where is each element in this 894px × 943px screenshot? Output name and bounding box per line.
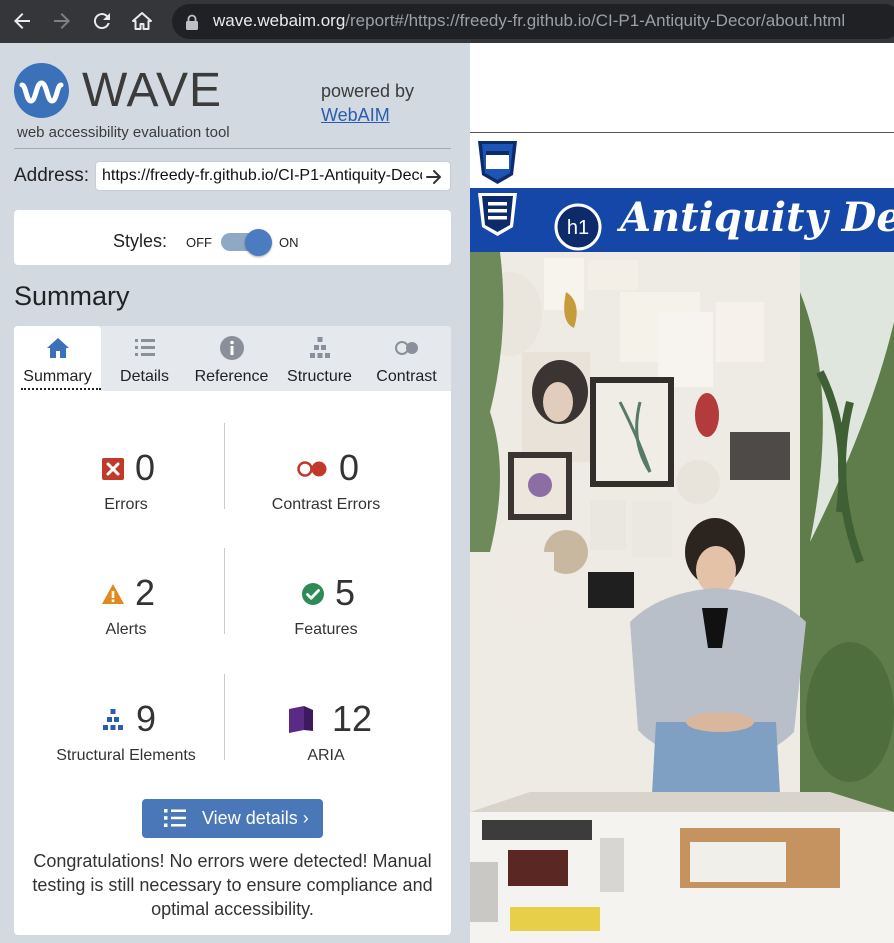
tab-summary[interactable]: Summary <box>14 326 101 391</box>
list-icon <box>164 809 186 827</box>
alerts-stat[interactable]: 2 Alerts <box>26 573 226 639</box>
contrast-icon <box>394 341 418 355</box>
view-details-label: View details › <box>202 808 309 828</box>
wave-navigation-icon[interactable] <box>474 191 521 238</box>
url-host: wave.webaim.org <box>213 11 346 30</box>
browser-toolbar: wave.webaim.org/report#/https://freedy-f… <box>0 0 894 43</box>
arrow-left-icon <box>14 13 30 29</box>
tab-label: Structure <box>287 368 352 385</box>
aria-cube-icon <box>289 706 313 733</box>
active-tab-indicator <box>21 388 101 390</box>
error-icon <box>102 458 124 480</box>
h1-badge-text: h1 <box>567 217 589 239</box>
address-label: Address: <box>14 165 89 186</box>
styles-label: Styles: <box>113 231 168 251</box>
features-label: Features <box>294 621 358 638</box>
tab-reference[interactable]: Reference <box>188 326 275 391</box>
list-icon <box>134 339 155 356</box>
hero-image <box>470 252 894 943</box>
lock-icon <box>186 14 198 30</box>
summary-heading: Summary <box>14 281 130 311</box>
tab-structure[interactable]: Structure <box>276 326 363 391</box>
styles-off-label: OFF <box>186 235 212 250</box>
aria-stat[interactable]: 12 ARIA <box>226 699 426 765</box>
contrast-errors-stat[interactable]: 0 Contrast Errors <box>226 448 426 514</box>
aria-label: ARIA <box>307 747 345 764</box>
view-details-button[interactable]: View details › <box>142 799 323 838</box>
features-stat[interactable]: 5 Features <box>226 573 426 639</box>
alerts-label: Alerts <box>105 621 147 638</box>
address-bar[interactable]: wave.webaim.org/report#/https://freedy-f… <box>172 4 894 39</box>
structural-elements-stat[interactable]: 9 Structural Elements <box>26 699 226 765</box>
features-count: 5 <box>335 572 356 613</box>
webaim-link[interactable]: WebAIM <box>321 105 390 126</box>
errors-count: 0 <box>135 447 156 488</box>
tab-label: Contrast <box>376 368 437 385</box>
header-divider <box>14 148 451 149</box>
reload-icon <box>93 13 110 30</box>
structural-label: Structural Elements <box>56 747 196 764</box>
home-icon <box>132 12 152 30</box>
contrast-errors-count: 0 <box>339 447 360 488</box>
arrow-right-icon[interactable] <box>424 167 444 187</box>
toggle-knob[interactable] <box>245 229 272 256</box>
summary-card: 0 Errors 0 Contrast Errors 2 Alerts 5 Fe… <box>14 391 451 935</box>
home-button[interactable] <box>130 9 154 33</box>
alerts-count: 2 <box>135 572 156 613</box>
alert-icon <box>102 584 124 604</box>
tab-label: Reference <box>194 368 269 385</box>
contrast-error-icon <box>297 461 327 477</box>
styles-toggle-card: Styles: OFF ON <box>14 210 451 265</box>
url-text: wave.webaim.org/report#/https://freedy-f… <box>213 11 845 31</box>
wave-region-icon[interactable] <box>474 139 521 186</box>
home-icon <box>46 338 69 358</box>
feature-check-icon <box>302 583 324 605</box>
congratulations-message: Congratulations! No errors were detected… <box>32 851 433 919</box>
tab-details[interactable]: Details <box>101 326 188 391</box>
address-input-value: https://freedy-fr.github.io/CI-P1-Antiqu… <box>102 167 422 184</box>
wave-heading-h1-icon[interactable]: h1 <box>554 203 602 251</box>
errors-label: Errors <box>104 496 148 513</box>
page-preview: h1 Antiquity Deco <box>470 43 894 943</box>
wave-logo-text: WAVE <box>82 64 223 117</box>
errors-stat[interactable]: 0 Errors <box>26 448 226 514</box>
reload-button[interactable] <box>90 9 114 33</box>
styles-toggle[interactable] <box>221 229 273 257</box>
tab-label: Summary <box>23 368 92 385</box>
url-path: /report#/https://freedy-fr.github.io/CI-… <box>345 11 846 30</box>
info-icon <box>219 336 244 360</box>
wave-logo-icon <box>14 63 69 118</box>
forward-button[interactable] <box>50 9 74 33</box>
wave-panel: WAVE web accessibility evaluation tool p… <box>0 43 470 943</box>
site-title: Antiquity Deco <box>620 194 894 241</box>
panel-tabs: Summary Details Reference Structure Cont… <box>14 326 451 391</box>
styles-on-label: ON <box>279 235 299 250</box>
tab-label: Details <box>120 368 169 385</box>
address-input[interactable]: https://freedy-fr.github.io/CI-P1-Antiqu… <box>95 161 451 191</box>
tab-contrast[interactable]: Contrast <box>363 326 450 391</box>
back-button[interactable] <box>10 9 34 33</box>
preview-divider <box>470 132 894 133</box>
structure-icon <box>309 337 330 358</box>
structural-count: 9 <box>136 698 157 739</box>
structure-icon <box>103 709 123 730</box>
contrast-errors-label: Contrast Errors <box>271 496 381 513</box>
powered-by-text: powered by <box>321 81 415 101</box>
wave-tagline: web accessibility evaluation tool <box>17 124 230 141</box>
aria-count: 12 <box>332 698 373 739</box>
arrow-right-icon <box>54 13 70 29</box>
